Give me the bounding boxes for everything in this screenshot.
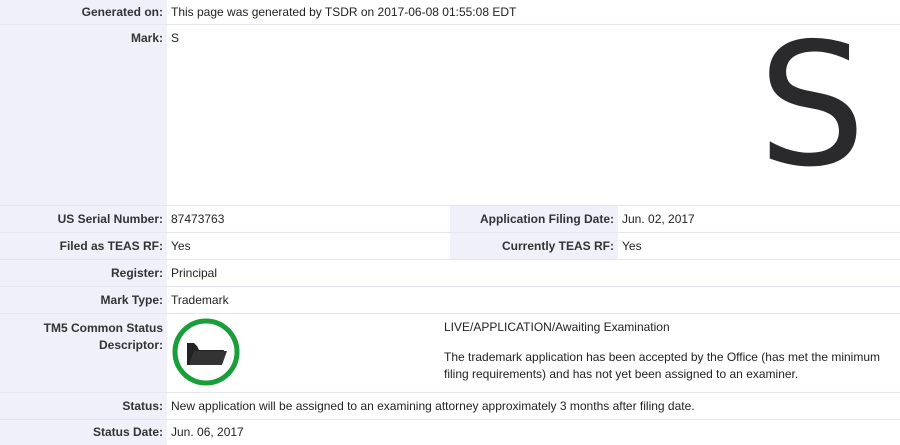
status-date-label: Status Date: xyxy=(0,420,167,445)
mark-type-label: Mark Type: xyxy=(0,287,167,313)
generated-label: Generated on: xyxy=(0,0,167,24)
mark-label: Mark: xyxy=(0,25,167,205)
serial-row: US Serial Number: 87473763 Application F… xyxy=(0,206,900,233)
tm5-description: The trademark application has been accep… xyxy=(444,350,881,381)
status-date-value: Jun. 06, 2017 xyxy=(171,425,244,439)
filing-date-value: Jun. 02, 2017 xyxy=(622,212,695,226)
mark-row: Mark: S S xyxy=(0,11,900,206)
status-value: New application will be assigned to an e… xyxy=(171,399,695,413)
tm5-row: TM5 Common Status Descriptor: LIVE/APPLI… xyxy=(0,314,900,393)
tm5-label: TM5 Common Status Descriptor: xyxy=(0,314,167,392)
mark-value: S xyxy=(171,31,180,45)
filing-date-label: Application Filing Date: xyxy=(450,206,618,232)
serial-label: US Serial Number: xyxy=(0,206,167,232)
register-label: Register: xyxy=(0,260,167,286)
mark-image: S xyxy=(758,7,866,205)
tm5-label-line2: Descriptor: xyxy=(98,338,163,352)
serial-value: 87473763 xyxy=(171,212,225,226)
current-teas-rf-value: Yes xyxy=(622,239,642,253)
teas-rf-label: Filed as TEAS RF: xyxy=(0,233,167,259)
teas-rf-value: Yes xyxy=(171,239,191,253)
status-label: Status: xyxy=(0,393,167,419)
status-date-row: Status Date: Jun. 06, 2017 xyxy=(0,420,900,445)
register-row: Register: Principal xyxy=(0,260,900,287)
teas-row: Filed as TEAS RF: Yes Currently TEAS RF:… xyxy=(0,233,900,260)
generated-value: This page was generated by TSDR on 2017-… xyxy=(171,5,517,19)
register-value: Principal xyxy=(171,266,218,280)
status-row: Status: New application will be assigned… xyxy=(0,393,900,420)
open-folder-icon xyxy=(172,318,240,386)
mark-type-value: Trademark xyxy=(171,293,229,307)
mark-type-row: Mark Type: Trademark xyxy=(0,287,900,314)
current-teas-rf-label: Currently TEAS RF: xyxy=(450,233,618,259)
tm5-status: LIVE/APPLICATION/Awaiting Examination xyxy=(444,320,670,334)
tm5-label-line1: TM5 Common Status xyxy=(43,321,163,335)
